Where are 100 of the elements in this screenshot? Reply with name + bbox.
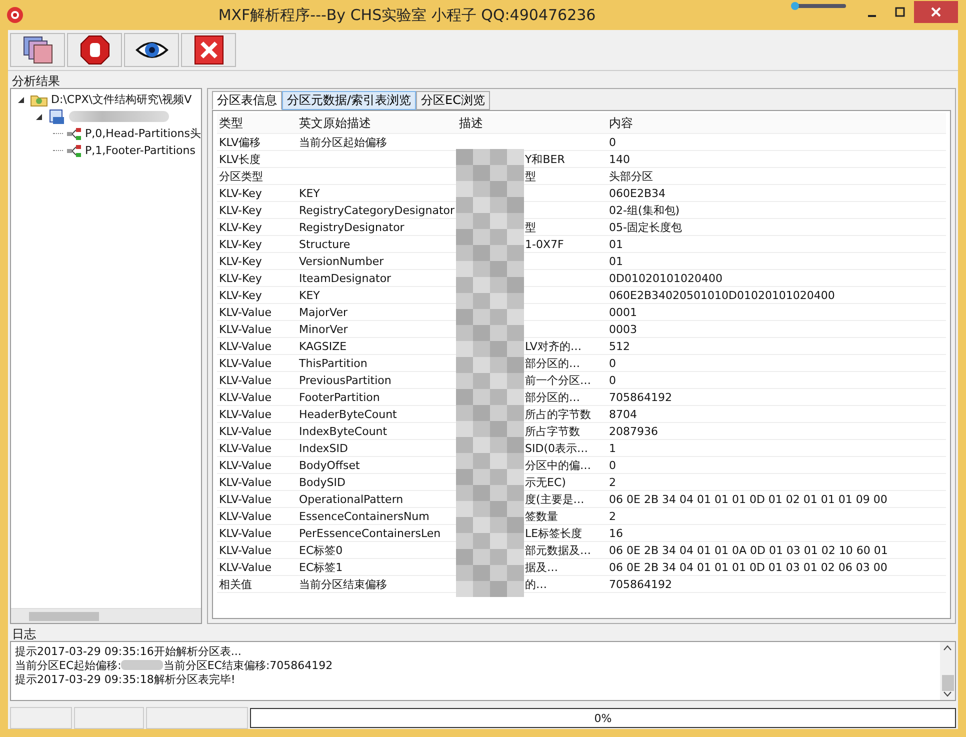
table-cell: KAGSIZE bbox=[299, 340, 347, 352]
table-cell: 06 0E 2B 34 04 01 01 01 0D 01 03 01 02 06 03 00 bbox=[609, 560, 888, 574]
table-cell: Structure bbox=[299, 238, 350, 250]
table-cell: KLV-Value bbox=[219, 492, 272, 506]
tree-item[interactable]: D:\CPX\文件结构研究\视频V bbox=[51, 92, 192, 107]
table-cell: SID(0表示… bbox=[525, 442, 588, 454]
table-cell: 据及… bbox=[525, 560, 558, 574]
table-cell: RegistryCategoryDesignator bbox=[299, 204, 455, 216]
table-cell: 2 bbox=[609, 510, 616, 522]
table-cell: KLV-Value bbox=[219, 390, 272, 404]
tab[interactable]: 分区表信息 bbox=[212, 91, 282, 110]
table-cell: 0001 bbox=[609, 306, 637, 318]
tab[interactable]: 分区EC浏览 bbox=[416, 91, 490, 110]
tree-item[interactable]: P,0,Head-Partitions头 bbox=[85, 126, 201, 141]
table-cell: 型 bbox=[525, 220, 536, 234]
log-text: 当前分区EC起始偏移: bbox=[15, 658, 122, 672]
table-cell: 度(主要是… bbox=[525, 492, 584, 506]
table-cell: 060E2B34 bbox=[609, 186, 666, 200]
table-cell: 1 bbox=[609, 442, 616, 454]
table-cell: 05-固定长度包 bbox=[609, 220, 682, 234]
table-cell: 相关值 bbox=[219, 578, 252, 590]
column-header[interactable]: 描述 bbox=[457, 114, 607, 132]
table-cell: KLV-Key bbox=[219, 238, 262, 250]
table-cell: 01 bbox=[609, 254, 623, 268]
app-icon bbox=[6, 6, 24, 24]
table-cell: IteamDesignator bbox=[299, 272, 392, 284]
open-file-button[interactable] bbox=[10, 33, 65, 67]
table-cell: 分区中的偏… bbox=[525, 458, 591, 472]
expand-arrow-icon[interactable] bbox=[17, 96, 27, 104]
slider-widget-icon bbox=[790, 1, 846, 11]
table-cell: 705864192 bbox=[609, 578, 672, 590]
table-cell: 0 bbox=[609, 136, 616, 148]
table-cell: 签数量 bbox=[525, 510, 558, 522]
table-cell: RegistryDesignator bbox=[299, 220, 404, 234]
progress-text: 0% bbox=[594, 712, 612, 724]
tab[interactable]: 分区元数据/索引表浏览 bbox=[282, 91, 416, 110]
table-cell: EC标签1 bbox=[299, 560, 343, 574]
table-cell: KLV偏移 bbox=[219, 136, 261, 148]
table-cell: KLV-Key bbox=[219, 204, 262, 216]
table-cell: 2 bbox=[609, 476, 616, 488]
scroll-down-icon[interactable] bbox=[943, 691, 952, 697]
vertical-scrollbar[interactable] bbox=[940, 642, 955, 700]
table-cell: KLV-Key bbox=[219, 288, 262, 302]
table-cell: EssenceContainersNum bbox=[299, 510, 430, 522]
table-cell: FooterPartition bbox=[299, 390, 380, 404]
table-cell: 2087936 bbox=[609, 424, 658, 438]
table-cell: 06 0E 2B 34 04 01 01 01 0D 01 02 01 01 01 09 00 bbox=[609, 492, 888, 506]
table-cell: Y和BER bbox=[525, 152, 565, 166]
table-cell: 部元数据及… bbox=[525, 544, 591, 556]
tree-item[interactable]: P,1,Footer-Partitions bbox=[85, 144, 196, 157]
table-cell: IndexSID bbox=[299, 442, 348, 454]
table-cell: 02-组(集和包) bbox=[609, 204, 680, 216]
table-cell: BodySID bbox=[299, 476, 346, 488]
table-cell: 型 bbox=[525, 170, 536, 182]
table-cell: HeaderByteCount bbox=[299, 408, 397, 420]
document-icon bbox=[48, 108, 66, 124]
table-cell: 0 bbox=[609, 356, 616, 370]
table-cell: 所占字节数 bbox=[525, 424, 580, 438]
expand-arrow-icon[interactable] bbox=[35, 112, 45, 120]
table-cell: KLV-Value bbox=[219, 526, 272, 540]
scroll-up-icon[interactable] bbox=[943, 645, 952, 651]
table-cell: ThisPartition bbox=[299, 356, 368, 370]
table-cell: KLV-Value bbox=[219, 322, 272, 336]
table-cell: KLV-Key bbox=[219, 254, 262, 268]
table-cell: LV对齐的… bbox=[525, 340, 582, 352]
table-cell: KLV-Value bbox=[219, 408, 272, 420]
exit-button[interactable] bbox=[181, 33, 236, 67]
table-cell: 当前分区结束偏移 bbox=[299, 578, 387, 590]
section-label: 日志 bbox=[11, 626, 37, 641]
table-cell: KLV-Value bbox=[219, 560, 272, 574]
table-cell: BodyOffset bbox=[299, 458, 360, 472]
table-cell: 分区类型 bbox=[219, 170, 263, 182]
view-button[interactable] bbox=[124, 33, 179, 67]
table-cell: 的… bbox=[525, 578, 547, 590]
log-text: 当前分区EC结束偏移:705864192 bbox=[163, 658, 333, 672]
table-cell: PerEssenceContainersLen bbox=[299, 526, 441, 540]
table-cell: 0 bbox=[609, 458, 616, 472]
table-cell: KLV-Value bbox=[219, 306, 272, 318]
log-text: 提示2017-03-29 09:35:16开始解析分区表... bbox=[15, 644, 242, 658]
table-cell: 前一个分区… bbox=[525, 374, 591, 386]
table-cell: 06 0E 2B 34 04 01 01 0A 0D 01 03 01 02 10 60 01 bbox=[609, 544, 888, 556]
log-text: 提示2017-03-29 09:35:18解析分区表完毕! bbox=[15, 672, 236, 686]
close-button[interactable] bbox=[914, 1, 958, 23]
table-cell: 0 bbox=[609, 374, 616, 386]
stop-hand-icon bbox=[78, 35, 112, 65]
table-cell: KLV-Value bbox=[219, 476, 272, 488]
column-header[interactable]: 类型 bbox=[217, 114, 297, 132]
horizontal-scrollbar[interactable] bbox=[11, 608, 201, 623]
partition-icon bbox=[66, 144, 82, 158]
table-cell: KLV-Value bbox=[219, 442, 272, 454]
table-cell: KLV-Value bbox=[219, 356, 272, 370]
table-cell: 示无EC) bbox=[525, 476, 566, 488]
maximize-icon bbox=[895, 7, 906, 17]
table-cell: 所占的字节数 bbox=[525, 408, 591, 420]
column-header[interactable]: 英文原始描述 bbox=[297, 114, 457, 132]
minimize-icon bbox=[868, 15, 876, 17]
table-cell: KLV-Key bbox=[219, 220, 262, 234]
stop-button[interactable] bbox=[67, 33, 122, 67]
table-cell: 0003 bbox=[609, 322, 637, 336]
column-header[interactable]: 内容 bbox=[607, 114, 907, 132]
